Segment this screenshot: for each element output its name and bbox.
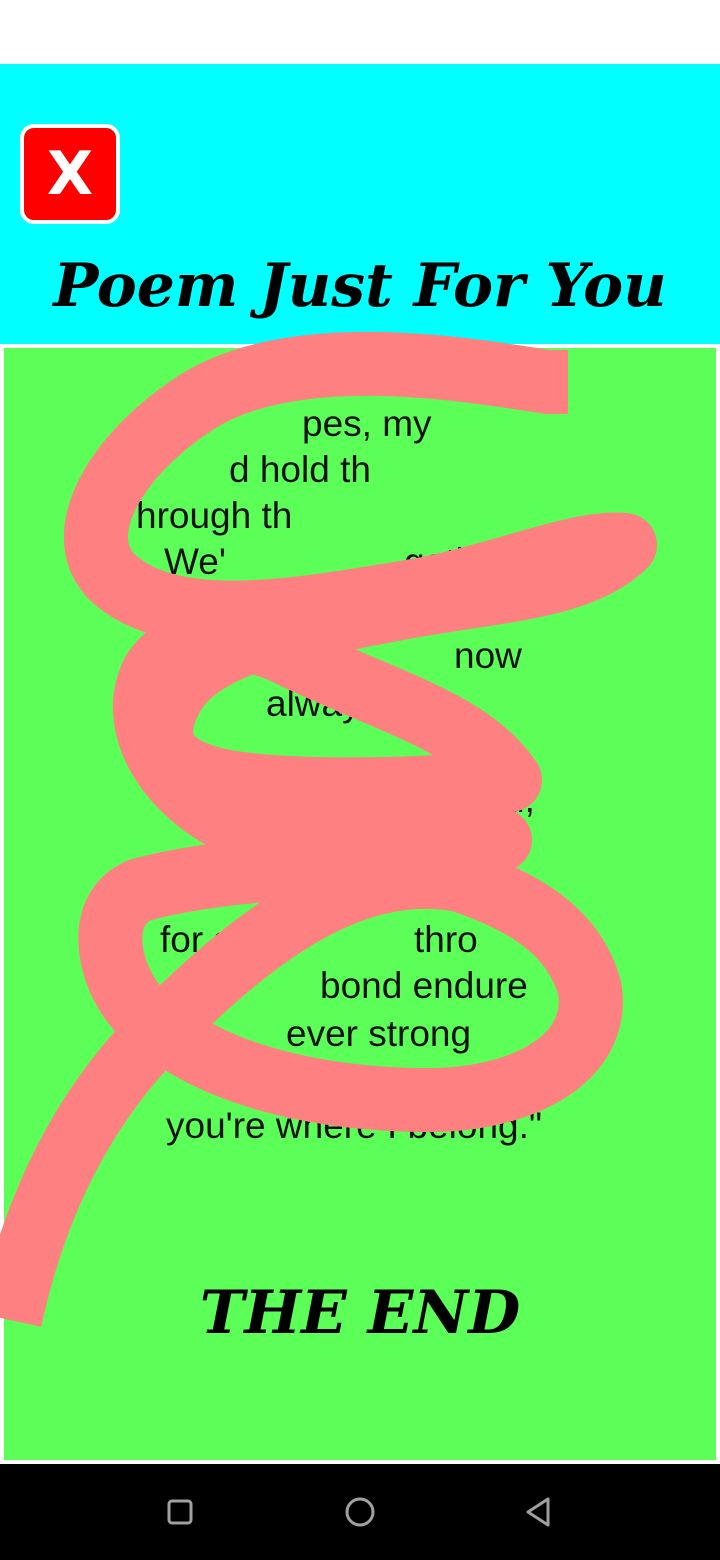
navigation-bar bbox=[0, 1464, 720, 1560]
poem-line: We' bbox=[164, 541, 226, 582]
recents-button[interactable] bbox=[120, 1464, 240, 1560]
poem-line: you're where I belong." bbox=[166, 1105, 543, 1146]
status-bar bbox=[0, 0, 720, 64]
poem-line: d, bbox=[504, 779, 535, 820]
close-label: X bbox=[46, 139, 94, 209]
poem-line: d hold th bbox=[229, 449, 371, 490]
poem-line: hrough th bbox=[136, 495, 293, 536]
back-triangle-icon bbox=[526, 1497, 550, 1527]
poem-line: now bbox=[454, 635, 522, 676]
page-title: Poem Just For You bbox=[53, 251, 667, 321]
end-title: THE END bbox=[199, 1278, 521, 1348]
home-button[interactable] bbox=[300, 1464, 420, 1560]
poem-line: Ma bbox=[174, 965, 226, 1006]
poem-line: pes, my bbox=[302, 403, 432, 444]
poem-line: thro bbox=[414, 919, 478, 960]
poem-line: gether, bbox=[404, 541, 518, 582]
poem-line: ever strong bbox=[286, 1013, 472, 1054]
close-button[interactable]: X bbox=[20, 124, 120, 224]
home-circle-icon bbox=[345, 1497, 375, 1527]
poem-panel: pes, my d hold th hrough th We' gether, … bbox=[4, 348, 716, 1460]
recents-square-icon bbox=[167, 1499, 193, 1525]
poem-line: bond endure bbox=[320, 965, 528, 1006]
poem-line: for see bbox=[160, 919, 274, 960]
poem-line: e by side, bbox=[309, 589, 468, 630]
poem-line: always bbox=[266, 683, 380, 724]
back-button[interactable] bbox=[480, 1464, 600, 1560]
